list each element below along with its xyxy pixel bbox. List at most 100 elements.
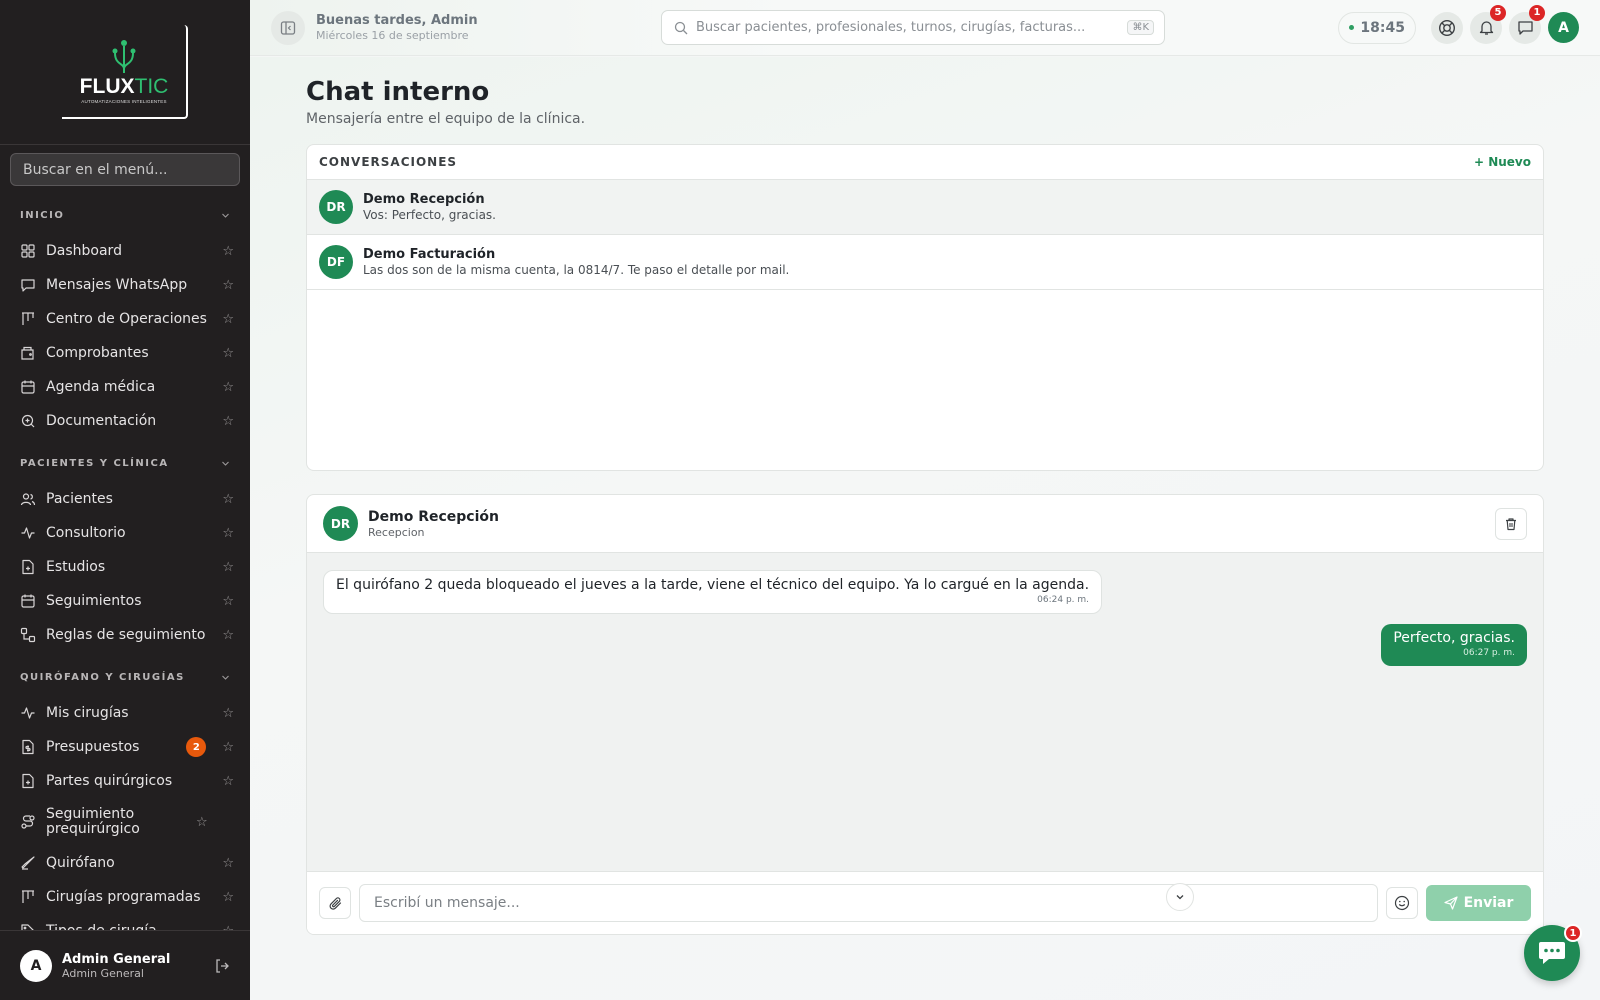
sidebar-item-label: Dashboard <box>46 242 122 259</box>
file-plus-icon <box>22 559 34 575</box>
favorite-star-icon[interactable]: ☆ <box>222 526 234 541</box>
chat-widget-button[interactable]: 1 <box>1524 924 1582 981</box>
sidebar: FLUXTIC AUTOMATIZACIONES INTELIGENTES Bu… <box>0 0 250 1000</box>
logo-wordmark: FLUXTIC <box>79 74 169 98</box>
greeting-title: Buenas tardes, Admin <box>316 13 478 28</box>
main-content: Chat interno Mensajería entre el equipo … <box>250 57 1600 1000</box>
favorite-star-icon[interactable]: ☆ <box>222 856 234 871</box>
chevron-down-icon <box>222 461 229 466</box>
favorite-star-icon[interactable]: ☆ <box>222 628 234 643</box>
sidebar-item[interactable]: Comprobantes ☆ <box>0 336 250 370</box>
favorite-star-icon[interactable]: ☆ <box>222 890 234 905</box>
sidebar-item[interactable]: Agenda médica ☆ <box>0 370 250 404</box>
menu-search-input[interactable]: Buscar en el menú... <box>10 153 240 186</box>
sidebar-item[interactable]: Cirugías programadas ☆ <box>0 880 250 914</box>
status-dot <box>1349 25 1355 30</box>
new-conversation-button[interactable]: + Nuevo <box>1474 155 1531 169</box>
sidebar-item[interactable]: Mis cirugías ☆ <box>0 696 250 730</box>
activity-icon <box>21 527 35 539</box>
logout-icon[interactable] <box>214 958 230 974</box>
sidebar-item[interactable]: Presupuestos 2 ☆ <box>0 730 250 764</box>
delete-conversation-button[interactable] <box>1495 507 1527 540</box>
sidebar-item-label: Centro de Operaciones <box>46 310 207 327</box>
sidebar-item[interactable]: Estudios ☆ <box>0 550 250 584</box>
logo-mark-icon <box>112 39 136 73</box>
sidebar-item[interactable]: Quirófano ☆ <box>0 846 250 880</box>
conversation-item[interactable]: DF Demo Facturación Las dos son de la mi… <box>307 235 1543 290</box>
bell-icon <box>1479 21 1493 35</box>
search-icon <box>674 21 688 34</box>
tag-icon <box>21 924 34 930</box>
sidebar-user: A Admin General Admin General <box>0 930 250 1000</box>
search-shortcut: ⌘K <box>1127 20 1154 35</box>
topbar: Buenas tardes, Admin Miércoles 16 de sep… <box>250 0 1600 56</box>
message-input[interactable] <box>359 884 1378 922</box>
page-title: Chat interno <box>306 77 490 107</box>
favorite-star-icon[interactable]: ☆ <box>222 312 234 327</box>
sidebar-item[interactable]: Reglas de seguimiento ☆ <box>0 618 250 652</box>
favorite-star-icon[interactable]: ☆ <box>222 706 234 721</box>
message-square-icon <box>21 279 35 292</box>
favorite-star-icon[interactable]: ☆ <box>222 594 234 609</box>
user-avatar[interactable]: A <box>20 949 52 982</box>
sidebar-item-label: Cirugías programadas <box>46 888 201 905</box>
menu-section-title: QUIRÓFANO Y CIRUGÍAS <box>20 671 185 683</box>
sidebar-item[interactable]: Seguimientos ☆ <box>0 584 250 618</box>
favorite-star-icon[interactable]: ☆ <box>222 380 234 395</box>
sidebar-item[interactable]: Dashboard ☆ <box>0 234 250 268</box>
sidebar-item[interactable]: Centro de Operaciones ☆ <box>0 302 250 336</box>
sidebar-item[interactable]: Mensajes WhatsApp ☆ <box>0 268 250 302</box>
menu-section-header[interactable]: QUIRÓFANO Y CIRUGÍAS <box>0 668 250 686</box>
sidebar-item-label: Comprobantes <box>46 344 149 361</box>
emoji-button[interactable] <box>1386 887 1418 919</box>
menu-section-header[interactable]: INICIO <box>0 206 250 224</box>
notifications-badge: 5 <box>1490 4 1506 21</box>
logo-area: FLUXTIC AUTOMATIZACIONES INTELIGENTES <box>0 0 250 145</box>
message-composer: Enviar <box>307 871 1543 934</box>
send-label: Enviar <box>1463 895 1514 911</box>
message-time: 06:24 p. m. <box>1037 595 1090 605</box>
sidebar-item[interactable]: Seguimiento prequirúrgico ☆ <box>0 798 250 846</box>
chevron-down-icon <box>1176 895 1184 900</box>
help-button[interactable] <box>1431 11 1463 44</box>
paperclip-icon <box>329 896 341 910</box>
favorite-star-icon[interactable]: ☆ <box>222 244 234 259</box>
sidebar-item[interactable]: Documentación ☆ <box>0 404 250 438</box>
chevron-down-icon <box>222 675 229 680</box>
favorite-star-icon[interactable]: ☆ <box>222 278 234 293</box>
route-icon <box>21 815 35 829</box>
send-button[interactable]: Enviar <box>1426 885 1531 921</box>
conversation-avatar: DF <box>319 245 353 279</box>
conversation-item[interactable]: DR Demo Recepción Vos: Perfecto, gracias… <box>307 180 1543 235</box>
sidebar-item[interactable]: Consultorio ☆ <box>0 516 250 550</box>
kanban-icon <box>22 312 34 325</box>
favorite-star-icon[interactable]: ☆ <box>196 815 208 830</box>
scroll-down-button[interactable] <box>1166 883 1194 911</box>
brand-logo[interactable]: FLUXTIC AUTOMATIZACIONES INTELIGENTES <box>62 25 188 119</box>
sidebar-item-label: Agenda médica <box>46 378 156 395</box>
favorite-star-icon[interactable]: ☆ <box>222 492 234 507</box>
menu-section-header[interactable]: PACIENTES Y CLÍNICA <box>0 454 250 472</box>
sidebar-item[interactable]: Tipos de cirugía☆ <box>0 914 250 930</box>
message-outgoing: Perfecto, gracias. 06:27 p. m. <box>1381 624 1527 666</box>
favorite-star-icon[interactable]: ☆ <box>222 414 234 429</box>
sidebar-item[interactable]: Pacientes ☆ <box>0 482 250 516</box>
sidebar-toggle-button[interactable] <box>271 10 305 45</box>
calendar-icon <box>21 594 35 608</box>
favorite-star-icon[interactable]: ☆ <box>222 740 234 755</box>
favorite-star-icon[interactable]: ☆ <box>222 346 234 361</box>
chat-header: DR Demo Recepción Recepcion <box>307 495 1543 553</box>
global-search-input[interactable]: Buscar pacientes, profesionales, turnos,… <box>661 10 1165 45</box>
favorite-star-icon[interactable]: ☆ <box>222 774 234 789</box>
account-avatar[interactable]: A <box>1548 12 1579 43</box>
greeting-date: Miércoles 16 de septiembre <box>316 29 469 42</box>
messages-badge: 1 <box>1529 4 1545 21</box>
messages-button[interactable]: 1 <box>1509 4 1545 44</box>
message-time: 06:27 p. m. <box>1463 648 1515 658</box>
smile-icon <box>1394 895 1410 911</box>
sidebar-item[interactable]: Partes quirúrgicos ☆ <box>0 764 250 798</box>
favorite-star-icon[interactable]: ☆ <box>222 560 234 575</box>
attach-button[interactable] <box>319 887 351 919</box>
notifications-button[interactable]: 5 <box>1470 4 1506 44</box>
scalpel-icon <box>21 856 35 870</box>
